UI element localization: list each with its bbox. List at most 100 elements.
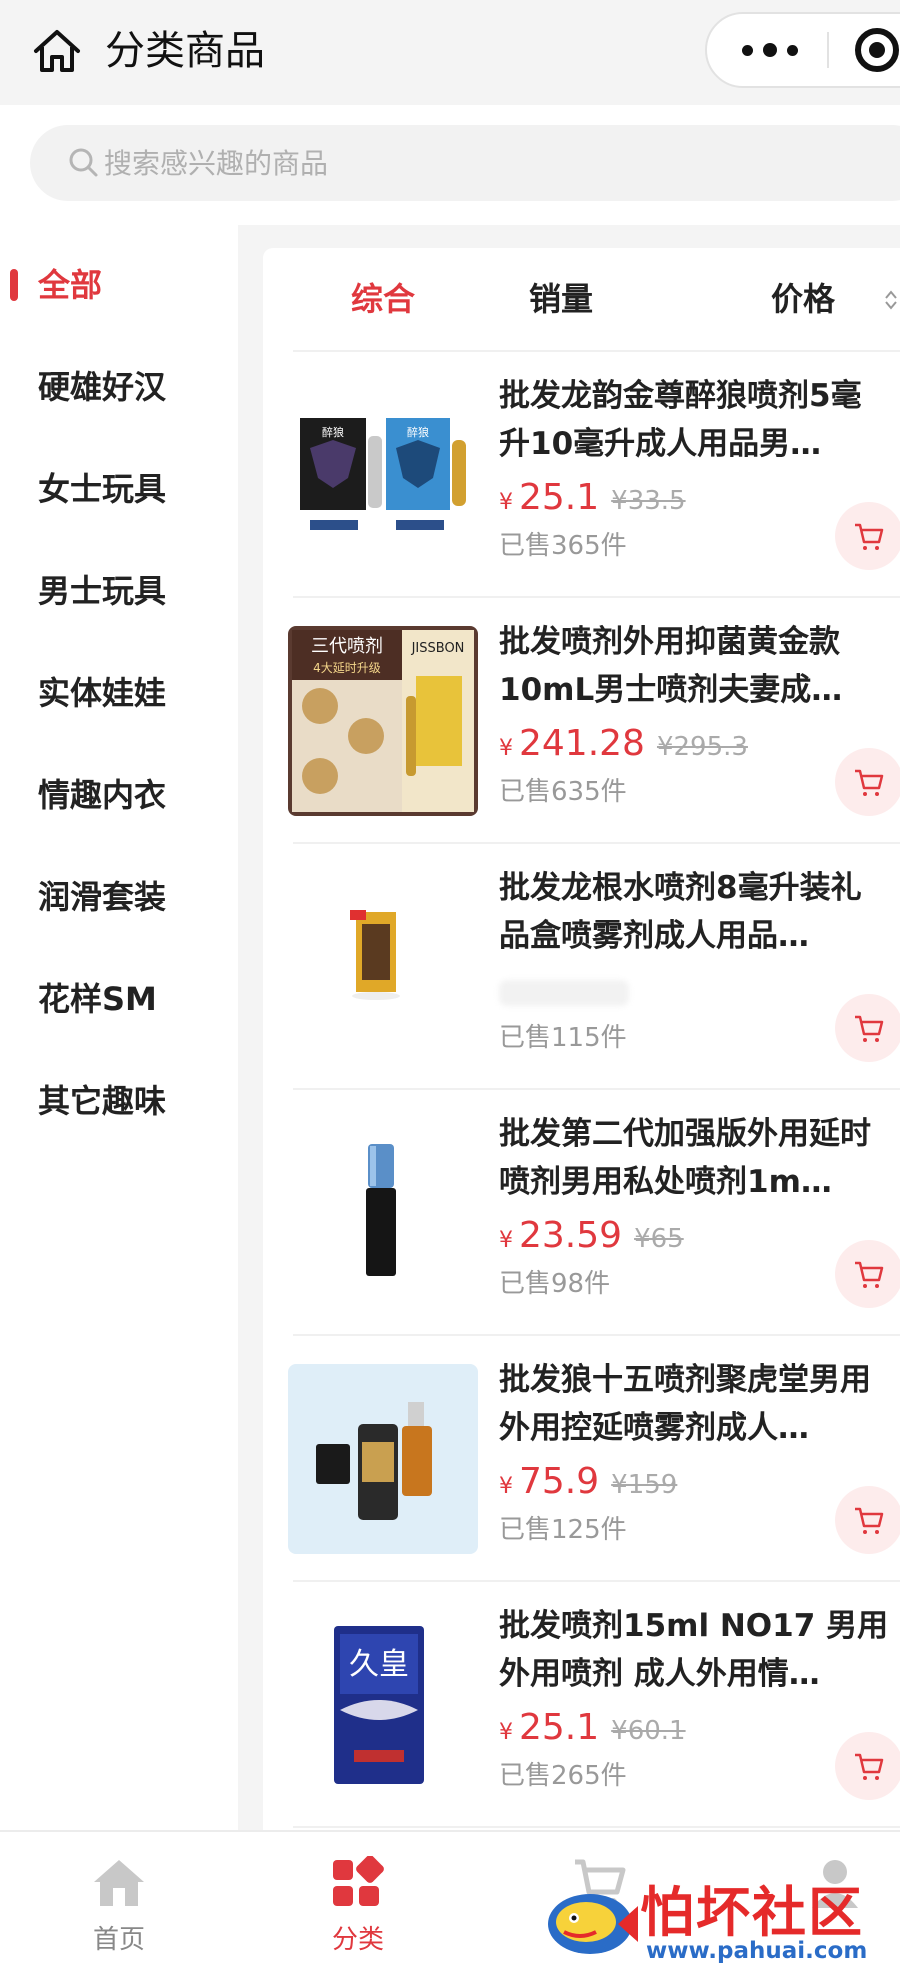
- product-item[interactable]: 久皇 批发喷剂15ml NO17 男用外用喷剂 成人外用情… ¥25.1 ¥60.…: [263, 1582, 900, 1828]
- product-title: 批发狼十五喷剂聚虎堂男用外用控延喷雾剂成人…: [499, 1362, 871, 1446]
- sidebar-item-label: 男士玩具: [38, 572, 167, 610]
- original-price: ¥60.1: [611, 1716, 686, 1746]
- currency-symbol: ¥: [499, 1228, 513, 1253]
- sold-count: 已售635件: [499, 777, 627, 807]
- price-placeholder: [499, 980, 629, 1006]
- product-price: ¥241.28 ¥295.3: [499, 720, 748, 773]
- product-title: 批发第二代加强版外用延时喷剂男用私处喷剂1m…: [499, 1116, 871, 1200]
- original-price: ¥159: [611, 1470, 678, 1500]
- price-value: 23.59: [519, 1215, 623, 1256]
- sort-price[interactable]: 价格: [771, 274, 835, 324]
- add-to-cart-button[interactable]: [835, 502, 900, 570]
- price-value: 25.1: [519, 477, 600, 518]
- sidebar-item-label: 硬雄好汉: [38, 368, 167, 406]
- add-to-cart-button[interactable]: [835, 994, 900, 1062]
- price-value: 75.9: [519, 1461, 600, 1502]
- sidebar-item-label: 情趣内衣: [38, 776, 167, 814]
- product-item[interactable]: 批发狼十五喷剂聚虎堂男用外用控延喷雾剂成人… ¥75.9 ¥159 已售125件: [263, 1336, 900, 1582]
- product-image: 醉狼 醉狼: [288, 380, 478, 570]
- product-title: 批发喷剂15ml NO17 男用外用喷剂 成人外用情…: [499, 1608, 889, 1692]
- currency-symbol: ¥: [499, 1474, 513, 1499]
- mini-program-capsule: [705, 12, 900, 88]
- price-value: 241.28: [519, 723, 645, 764]
- original-price: ¥295.3: [656, 732, 748, 762]
- product-title: 批发龙韵金尊醉狼喷剂5毫升10毫升成人用品男…: [499, 378, 862, 462]
- sort-sales[interactable]: 销量: [529, 274, 593, 324]
- svg-text:三代喷剂: 三代喷剂: [311, 636, 383, 657]
- site-watermark: 怕坏社区 www.pahuai.com: [540, 1876, 900, 1968]
- watermark-text: 怕坏社区: [640, 1881, 864, 1944]
- add-to-cart-button[interactable]: [835, 1240, 900, 1308]
- home-icon[interactable]: [30, 24, 84, 78]
- original-price: ¥65: [634, 1224, 684, 1254]
- product-title: 批发喷剂外用抑菌黄金款10mL男士喷剂夫妻成…: [499, 624, 843, 708]
- watermark-url: www.pahuai.com: [646, 1938, 868, 1964]
- product-item[interactable]: 批发龙根水喷剂8毫升装礼品盒喷雾剂成人用品… 已售115件: [263, 844, 900, 1090]
- product-panel: 综合 销量 价格 醉狼 醉狼 批发龙韵金尊醉狼喷剂5毫升10毫升成人用品男… ¥…: [263, 248, 900, 1830]
- search-box[interactable]: [30, 125, 900, 201]
- tab-category[interactable]: 分类: [283, 1842, 433, 1962]
- sold-count: 已售115件: [499, 1023, 627, 1053]
- product-image: 久皇: [288, 1610, 478, 1800]
- cart-icon: [855, 769, 884, 796]
- product-item[interactable]: 批发第二代加强版外用延时喷剂男用私处喷剂1m… ¥23.59 ¥65 已售98件: [263, 1090, 900, 1336]
- sidebar-item-label: 实体娃娃: [38, 674, 167, 712]
- product-price: ¥25.1 ¥60.1: [499, 1704, 686, 1757]
- sold-count: 已售365件: [499, 531, 627, 561]
- product-image: [288, 872, 478, 1062]
- svg-text:醉狼: 醉狼: [407, 425, 429, 439]
- price-value: 25.1: [519, 1707, 600, 1748]
- product-item[interactable]: 醉狼 醉狼 批发龙韵金尊醉狼喷剂5毫升10毫升成人用品男… ¥25.1 ¥33.5…: [263, 352, 900, 598]
- sidebar-item-label: 全部: [38, 266, 103, 304]
- add-to-cart-button[interactable]: [835, 748, 900, 816]
- product-price: ¥75.9 ¥159: [499, 1458, 677, 1511]
- watermark-logo: [548, 1894, 638, 1954]
- sidebar-item-label: 润滑套装: [38, 878, 167, 916]
- add-to-cart-button[interactable]: [835, 1486, 900, 1554]
- sidebar-item-label: 其它趣味: [38, 1082, 167, 1120]
- svg-text:醉狼: 醉狼: [322, 425, 344, 439]
- search-area: [0, 105, 900, 225]
- home-tab-icon: [94, 1860, 144, 1906]
- sidebar-item-others[interactable]: 其它趣味: [0, 1041, 238, 1161]
- product-image: 三代喷剂 4大延时升级 JISSBON: [288, 626, 478, 816]
- product-price: ¥23.59 ¥65: [499, 1212, 684, 1265]
- product-title: 批发龙根水喷剂8毫升装礼品盒喷雾剂成人用品…: [499, 870, 862, 954]
- sold-count: 已售125件: [499, 1515, 627, 1545]
- currency-symbol: ¥: [499, 736, 513, 761]
- product-price: ¥25.1 ¥33.5: [499, 474, 686, 527]
- currency-symbol: ¥: [499, 490, 513, 515]
- svg-text:4大延时升级: 4大延时升级: [313, 661, 381, 675]
- original-price: ¥33.5: [611, 486, 686, 516]
- more-icon[interactable]: [725, 14, 815, 86]
- app-root: 分类商品 全部 硬雄好汉 女士玩具 男士玩具: [0, 0, 900, 1968]
- sold-count: 已售265件: [499, 1761, 627, 1791]
- add-to-cart-button[interactable]: [835, 1732, 900, 1800]
- capsule-divider: [827, 32, 829, 68]
- tab-label: 分类: [331, 1925, 384, 1955]
- category-sidebar: 全部 硬雄好汉 女士玩具 男士玩具 实体娃娃 情趣内衣 润滑套装 花样SM 其它…: [0, 225, 238, 1830]
- close-icon[interactable]: [855, 28, 899, 72]
- svg-text:久皇: 久皇: [349, 1647, 409, 1682]
- currency-symbol: ¥: [499, 1720, 513, 1745]
- page-title: 分类商品: [105, 28, 265, 74]
- search-input[interactable]: [104, 125, 804, 201]
- sidebar-item-label: 女士玩具: [38, 470, 167, 508]
- cart-icon: [855, 523, 884, 550]
- product-image: [288, 1364, 478, 1554]
- sidebar-item-label: 花样SM: [38, 980, 157, 1018]
- category-tab-icon: [333, 1856, 384, 1906]
- tab-home[interactable]: 首页: [44, 1842, 194, 1962]
- sort-bar: 综合 销量 价格: [293, 248, 900, 352]
- search-icon: [69, 148, 98, 177]
- sort-comprehensive[interactable]: 综合: [351, 274, 415, 324]
- cart-icon: [855, 1261, 884, 1288]
- product-item[interactable]: 三代喷剂 4大延时升级 JISSBON 批发喷剂外用抑菌黄金款10mL男士喷剂夫…: [263, 598, 900, 844]
- top-nav-bar: 分类商品: [0, 0, 900, 105]
- cart-icon: [855, 1015, 884, 1042]
- sold-count: 已售98件: [499, 1269, 611, 1299]
- cart-icon: [855, 1753, 884, 1780]
- product-image: [288, 1118, 478, 1308]
- svg-text:JISSBON: JISSBON: [411, 641, 465, 656]
- active-indicator: [10, 269, 18, 301]
